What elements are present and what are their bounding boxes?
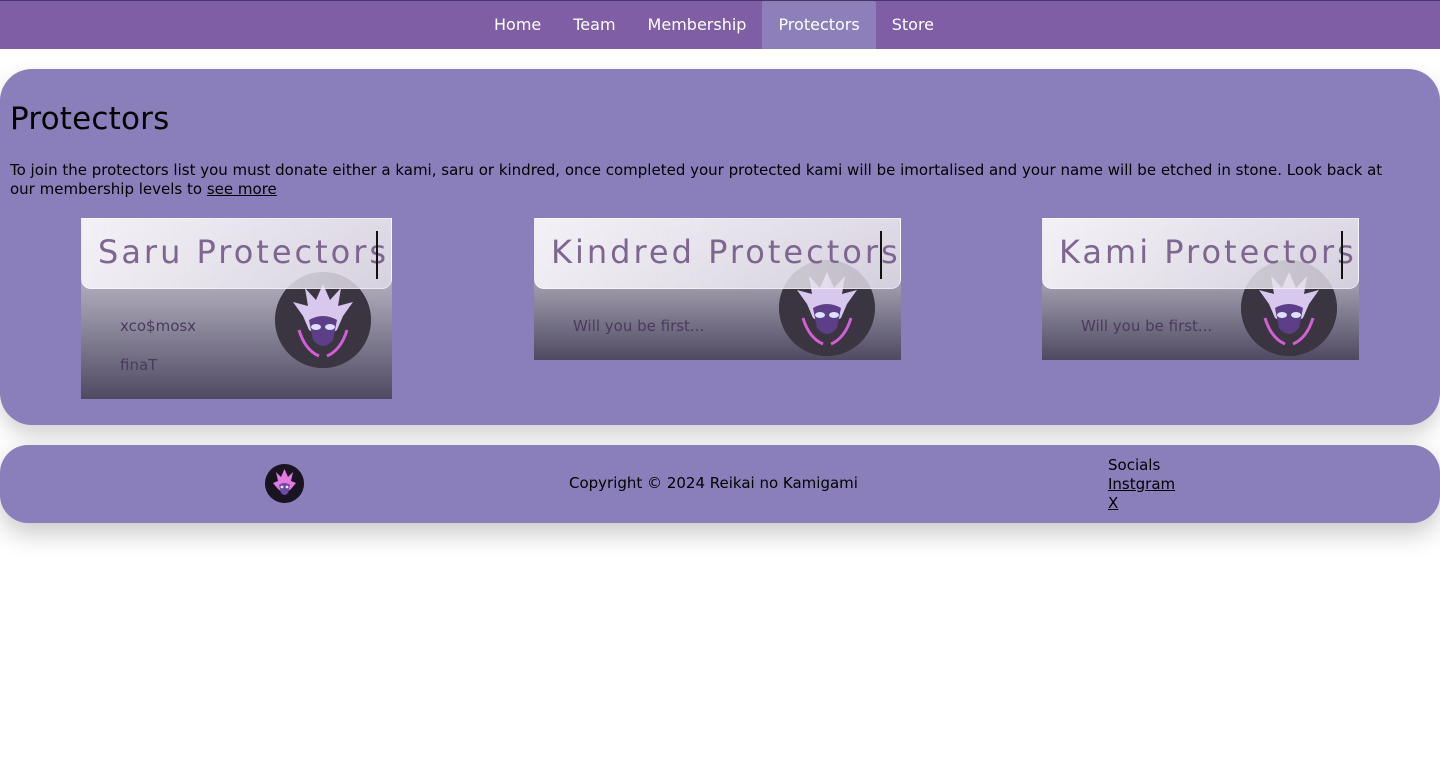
nav-item-store: Store [876, 1, 950, 49]
socials-heading: Socials [1108, 456, 1161, 474]
card-header: Saru Protectors [81, 218, 392, 289]
intro-paragraph: To join the protectors list you must don… [10, 161, 1390, 199]
kami-protectors-card: Kami Protectors Will you be first... [1042, 218, 1359, 360]
text-cursor [880, 231, 882, 279]
card-header: Kami Protectors [1042, 218, 1359, 289]
socials-section: Socials Instgram X [1108, 456, 1175, 513]
top-navigation-bar: Home Team Membership Protectors Store [0, 0, 1440, 49]
nav-link-store[interactable]: Store [876, 1, 950, 49]
nav-item-membership: Membership [632, 1, 763, 49]
kindred-protectors-card: Kindred Protectors Will you be first... [534, 218, 901, 360]
nav-link-membership[interactable]: Membership [632, 1, 763, 49]
member-placeholder: Will you be first... [573, 317, 705, 335]
instagram-link[interactable]: Instgram [1108, 475, 1175, 494]
card-title: Kami Protectors [1059, 233, 1357, 271]
member-name: xco$mosx [120, 317, 197, 335]
card-title: Kindred Protectors [551, 233, 901, 271]
member-name: finaT [120, 356, 158, 374]
member-placeholder: Will you be first... [1081, 317, 1213, 335]
nav-link-home[interactable]: Home [478, 1, 557, 49]
text-cursor [1341, 231, 1343, 279]
protectors-panel: Protectors To join the protectors list y… [0, 69, 1440, 425]
nav-item-home: Home [478, 1, 557, 49]
copyright-text: Copyright © 2024 Reikai no Kamigami [569, 474, 858, 492]
member-list: xco$mosx finaT [120, 316, 196, 394]
nav-menu: Home Team Membership Protectors Store [478, 1, 950, 49]
member-list: Will you be first... [1081, 316, 1212, 355]
see-more-link[interactable]: see more [207, 180, 277, 198]
text-cursor [376, 231, 378, 279]
x-link[interactable]: X [1108, 494, 1175, 513]
card-header: Kindred Protectors [534, 218, 901, 289]
saru-protectors-card: Saru Protectors xco$mosx finaT [81, 218, 392, 399]
page-title: Protectors [10, 101, 170, 137]
nav-link-team[interactable]: Team [557, 1, 631, 49]
nav-link-protectors[interactable]: Protectors [762, 1, 876, 49]
nav-item-team: Team [557, 1, 631, 49]
member-list: Will you be first... [573, 316, 704, 355]
nav-item-protectors: Protectors [762, 1, 876, 49]
site-footer: Copyright © 2024 Reikai no Kamigami Soci… [0, 445, 1440, 523]
reikai-logo-icon [265, 464, 304, 503]
card-title: Saru Protectors [98, 233, 390, 271]
